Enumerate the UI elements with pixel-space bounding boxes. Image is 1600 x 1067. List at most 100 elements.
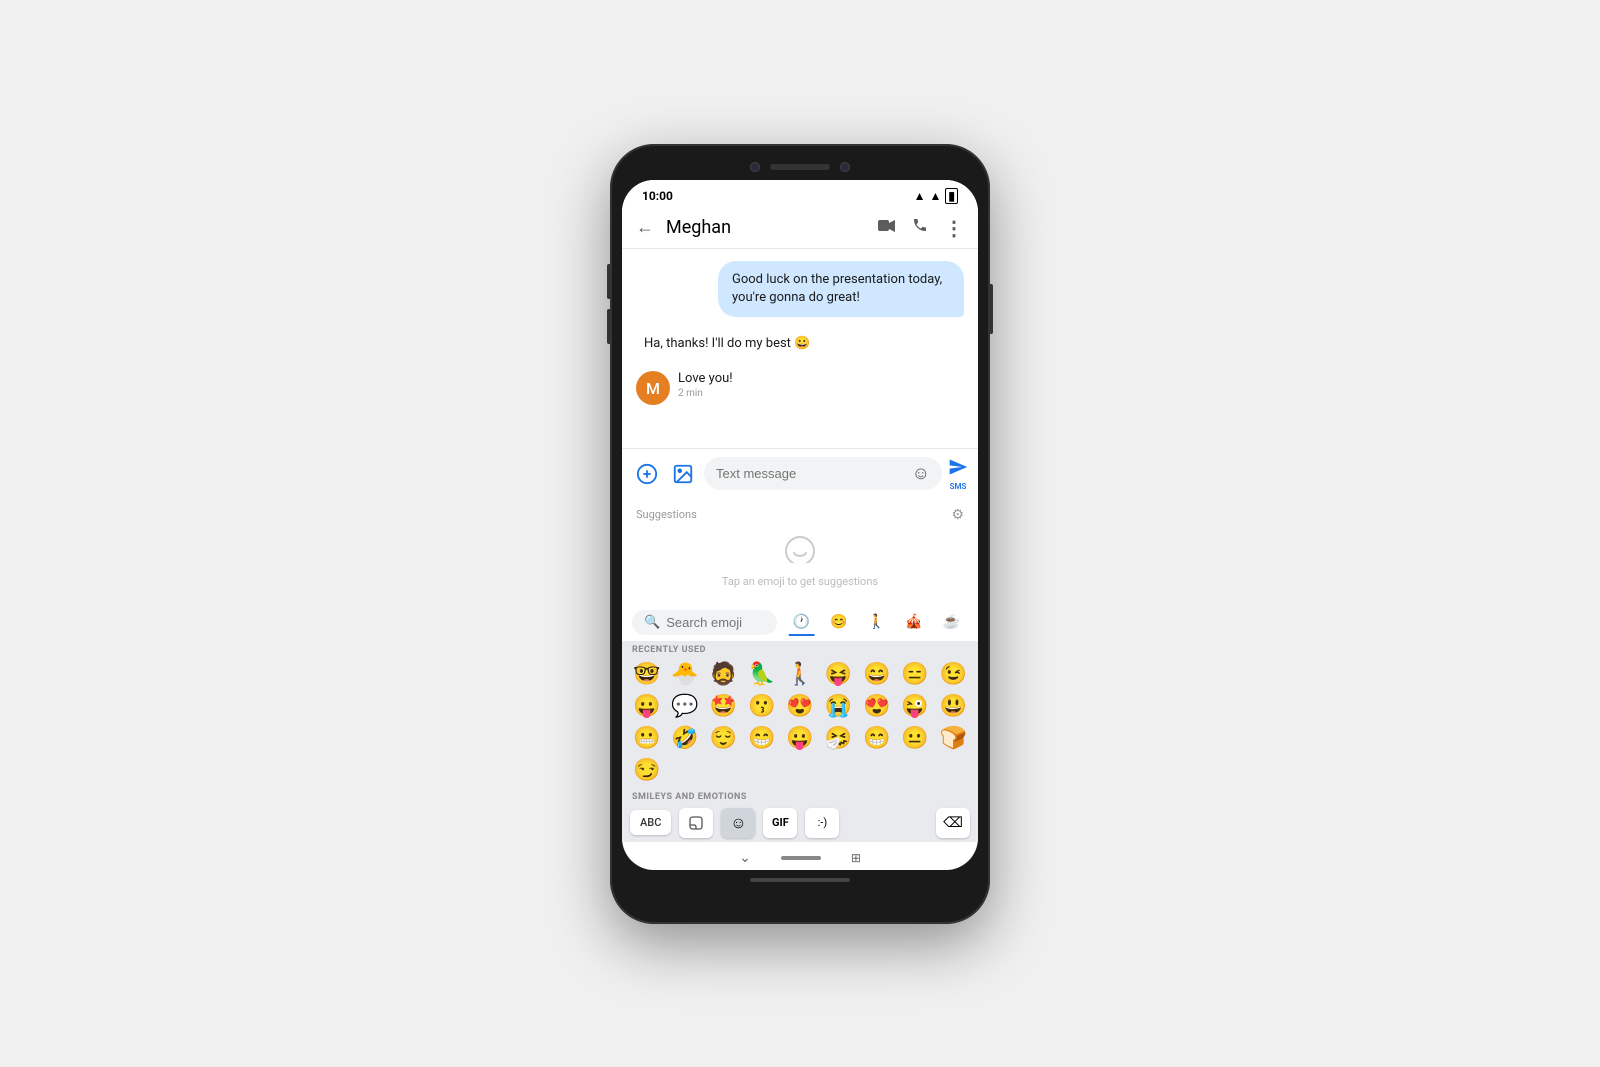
text-message-input[interactable] [716,466,906,481]
status-time: 10:00 [642,189,673,203]
abc-button[interactable]: ABC [630,810,671,835]
emoji-winking[interactable]: 😉 [935,659,972,690]
recently-used-label: RECENTLY USED [622,641,978,657]
delete-button[interactable]: ⌫ [936,808,970,838]
nav-overview-icon[interactable]: ⊞ [851,851,861,865]
emoji-kissing[interactable]: 😗 [743,691,780,722]
phone-screen: 10:00 ▲ ▲ ▮ ← Meghan [622,180,978,870]
emoji-category-tabs: 🕐 😊 🚶 🎪 ☕ [785,610,968,634]
phone-top-bar [622,156,978,180]
emoji-winking2[interactable]: 😏 [628,755,665,786]
emoji-walking[interactable]: 🚶 [781,659,818,690]
emoji-rofl[interactable]: 🤣 [666,723,703,754]
more-options-button[interactable]: ⋮ [944,216,964,240]
header-actions: ⋮ [878,216,964,240]
suggestions-hint: Tap an emoji to get suggestions [722,575,878,588]
emoji-keyboard-button[interactable]: ☺ [721,808,755,838]
message-time: 2 min [678,388,733,399]
back-button[interactable]: ← [636,217,654,238]
emoji-search-bar: 🔍 🕐 😊 🚶 🎪 ☕ [622,604,978,641]
volume-down-button[interactable] [607,309,611,344]
emoji-crying[interactable]: 😭 [820,691,857,722]
emoji-keyboard: 🔍 🕐 😊 🚶 🎪 ☕ RECENTLY USED [622,604,978,842]
chat-area: Good luck on the presentation today, you… [622,249,978,448]
emoji-speech[interactable]: 💬 [666,691,703,722]
message-group: Love you! 2 min [678,371,733,399]
suggestions-area: Suggestions ⚙ Tap an emoji to get sugges… [622,499,978,604]
phone-device: 10:00 ▲ ▲ ▮ ← Meghan [610,144,990,924]
emoji-expressionless[interactable]: 😑 [896,659,933,690]
suggestions-settings-button[interactable]: ⚙ [951,507,964,523]
add-button[interactable] [632,459,662,489]
emoji-parrot[interactable]: 🦜 [743,659,780,690]
emoji-relieved[interactable]: 😌 [705,723,742,754]
received-message-wrapper: Good luck on the presentation today, you… [636,261,964,317]
emoji-sneezing[interactable]: 🤧 [820,723,857,754]
status-icons: ▲ ▲ ▮ [914,188,958,204]
emoji-star-struck[interactable]: 🤩 [705,691,742,722]
signal-icon: ▲ [930,189,942,203]
navigation-bar: ⌄ ⊞ [622,842,978,870]
send-button[interactable]: SMS [948,457,968,491]
earpiece-speaker [770,164,830,170]
sent-message-wrapper: Ha, thanks! I'll do my best 😀 [636,325,964,363]
emoji-tongue2[interactable]: 😛 [781,723,818,754]
emoji-bearded[interactable]: 🧔 [705,659,742,690]
emoji-heart-eyes[interactable]: 😍 [781,691,818,722]
emoji-picker-button[interactable]: ☺ [912,463,930,484]
emoji-grimacing[interactable]: 😬 [628,723,665,754]
volume-up-button[interactable] [607,264,611,299]
emoji-search-input[interactable] [666,615,765,630]
suggestions-header: Suggestions ⚙ [636,507,964,523]
gif-button[interactable]: GIF [763,808,797,838]
suggestions-label: Suggestions [636,508,697,521]
nav-back-icon[interactable]: ⌄ [739,850,751,866]
nav-home-indicator[interactable] [781,856,821,860]
send-label: SMS [950,482,967,491]
sticker-button[interactable] [679,808,713,838]
status-bar: 10:00 ▲ ▲ ▮ [622,180,978,208]
search-icon: 🔍 [644,615,660,630]
suggestions-content: Tap an emoji to get suggestions [636,531,964,596]
compose-area: ☺ SMS [622,448,978,499]
emoji-tab-people[interactable]: 🚶 [860,610,893,634]
emoji-nerd[interactable]: 🤓 [628,659,665,690]
emoji-tab-recent[interactable]: 🕐 [785,610,818,634]
emoji-big-smile[interactable]: 😃 [935,691,972,722]
phone-call-button[interactable] [912,217,928,238]
emoji-tab-smileys[interactable]: 😊 [822,610,855,634]
emoji-heart-eyes2[interactable]: 😍 [858,691,895,722]
emoji-wink-tongue[interactable]: 😜 [896,691,933,722]
emoji-tab-food[interactable]: ☕ [935,610,968,634]
front-camera [750,162,760,172]
emoji-neutral[interactable]: 😐 [896,723,933,754]
search-input-wrapper[interactable]: 🔍 [632,610,777,635]
attach-button[interactable] [668,459,698,489]
emoji-bread[interactable]: 🍞 [935,723,972,754]
kaomoji-button[interactable]: :-) [805,808,839,838]
send-arrow-icon [948,457,968,482]
front-sensor [840,162,850,172]
contact-name: Meghan [666,217,866,238]
emoji-stuck-out[interactable]: 😝 [820,659,857,690]
bottom-bar-indicator [750,878,850,882]
received-message: Good luck on the presentation today, you… [718,261,964,317]
keyboard-bottom-bar: ABC ☺ GIF :-) ⌫ [622,804,978,842]
text-input-wrapper[interactable]: ☺ [704,457,942,490]
sent-message-with-avatar: M Love you! 2 min [636,371,964,405]
sent-message-1: Ha, thanks! I'll do my best 😀 [644,325,884,363]
message-text: Love you! [678,371,733,386]
emoji-grinning[interactable]: 😄 [858,659,895,690]
smileys-label: SMILEYS AND EMOTIONS [622,788,978,804]
app-header: ← Meghan ⋮ [622,208,978,249]
emoji-chick[interactable]: 🐣 [666,659,703,690]
power-button[interactable] [989,284,993,334]
emoji-tongue[interactable]: 😛 [628,691,665,722]
emoji-grin[interactable]: 😁 [743,723,780,754]
emoji-tab-activities[interactable]: 🎪 [897,610,930,634]
emoji-grin2[interactable]: 😁 [858,723,895,754]
recently-used-grid: 🤓 🐣 🧔 🦜 🚶 😝 😄 😑 😉 😛 💬 🤩 😗 😍 😭 😍 😜 😃 😬 [622,657,978,788]
wifi-icon: ▲ [914,189,926,203]
battery-icon: ▮ [945,188,958,204]
video-call-button[interactable] [878,217,896,238]
